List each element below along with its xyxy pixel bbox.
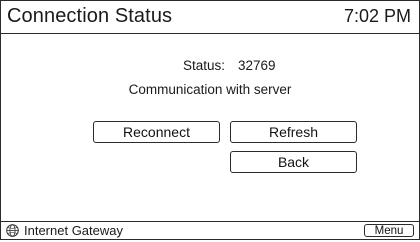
globe-icon (6, 224, 19, 237)
header-bar: Connection Status 7:02 PM (1, 1, 419, 34)
gateway-label: Internet Gateway (24, 223, 123, 238)
refresh-button[interactable]: Refresh (230, 121, 357, 143)
page-title: Connection Status (7, 5, 173, 27)
back-button[interactable]: Back (230, 151, 357, 173)
status-code: 32769 (238, 58, 276, 73)
status-label: Status: (183, 58, 226, 73)
status-message: Communication with server (128, 82, 292, 97)
menu-button[interactable]: Menu (364, 224, 414, 237)
footer-bar: Internet Gateway Menu (1, 221, 419, 239)
reconnect-button[interactable]: Reconnect (93, 121, 220, 143)
connection-status-screen: Connection Status 7:02 PM Status: 32769 … (0, 0, 420, 240)
clock: 7:02 PM (343, 6, 411, 26)
